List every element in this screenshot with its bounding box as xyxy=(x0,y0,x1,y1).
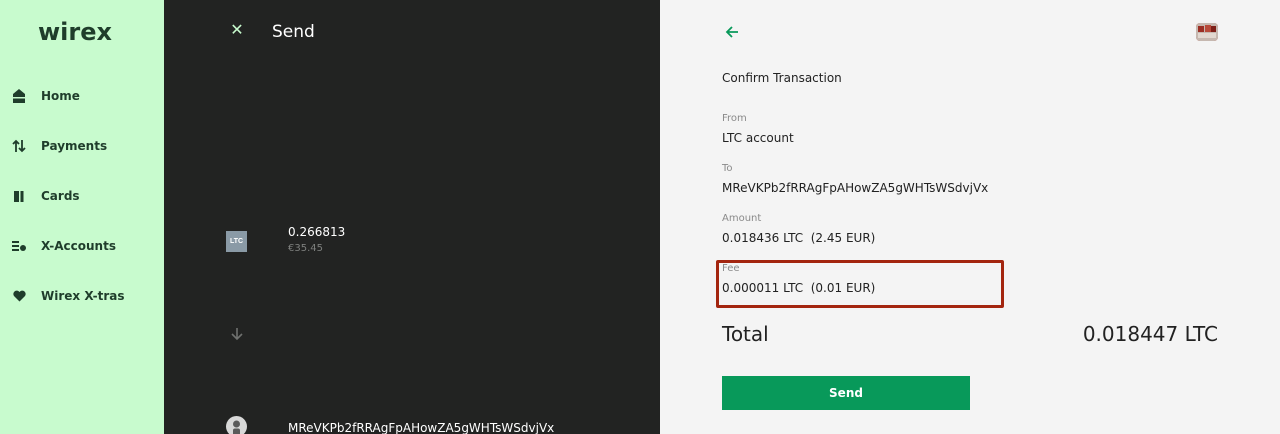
sidebar-item-payments[interactable]: Payments xyxy=(0,126,164,166)
home-icon xyxy=(12,88,26,104)
fee-label: Fee xyxy=(722,263,740,274)
send-title: Send xyxy=(272,22,315,42)
accounts-icon xyxy=(12,238,26,254)
from-value: LTC account xyxy=(722,131,794,145)
person-icon xyxy=(226,416,247,434)
to-value: MReVKPb2fRRAgFpAHowZA5gWHTsWSdvjVx xyxy=(722,181,989,195)
sidebar-item-x-accounts[interactable]: X-Accounts xyxy=(0,226,164,266)
source-fiat-amount: €35.45 xyxy=(288,243,323,254)
close-icon[interactable]: ✕ xyxy=(229,21,245,41)
sidebar-item-label: Payments xyxy=(41,139,108,153)
ltc-badge-icon: LTC xyxy=(226,231,247,252)
total-value: 0.018447 LTC xyxy=(1082,322,1218,346)
source-amount: 0.266813 xyxy=(288,225,346,239)
sidebar-item-label: Home xyxy=(41,89,80,103)
fee-value: 0.000011 LTC (0.01 EUR) xyxy=(722,281,876,295)
total-label: Total xyxy=(722,322,769,346)
amount-value: 0.018436 LTC (2.45 EUR) xyxy=(722,231,876,245)
heart-icon xyxy=(12,288,26,304)
cards-icon xyxy=(12,188,26,204)
recipient-address: MReVKPb2fRRAgFpAHowZA5gWHTsWSdvjVx xyxy=(288,421,555,434)
to-label: To xyxy=(722,163,733,174)
sidebar-item-cards[interactable]: Cards xyxy=(0,176,164,216)
sidebar-item-home[interactable]: Home xyxy=(0,76,164,116)
avatar[interactable] xyxy=(1196,23,1218,41)
transfer-arrows-icon xyxy=(12,138,26,154)
sidebar-item-wirex-xtras[interactable]: Wirex X-tras xyxy=(0,276,164,316)
sidebar: wirex Home Payments Cards X-Accounts Wir… xyxy=(0,0,164,434)
wirex-logo[interactable]: wirex xyxy=(38,18,112,46)
from-label: From xyxy=(722,113,747,124)
sidebar-item-label: Cards xyxy=(41,189,80,203)
sidebar-item-label: Wirex X-tras xyxy=(41,289,125,303)
arrow-left-icon[interactable] xyxy=(724,23,742,41)
send-button[interactable]: Send xyxy=(722,376,970,410)
amount-label: Amount xyxy=(722,213,762,224)
sidebar-item-label: X-Accounts xyxy=(41,239,116,253)
arrow-down-icon xyxy=(228,325,246,343)
confirm-title: Confirm Transaction xyxy=(722,71,842,85)
send-panel xyxy=(164,0,660,434)
